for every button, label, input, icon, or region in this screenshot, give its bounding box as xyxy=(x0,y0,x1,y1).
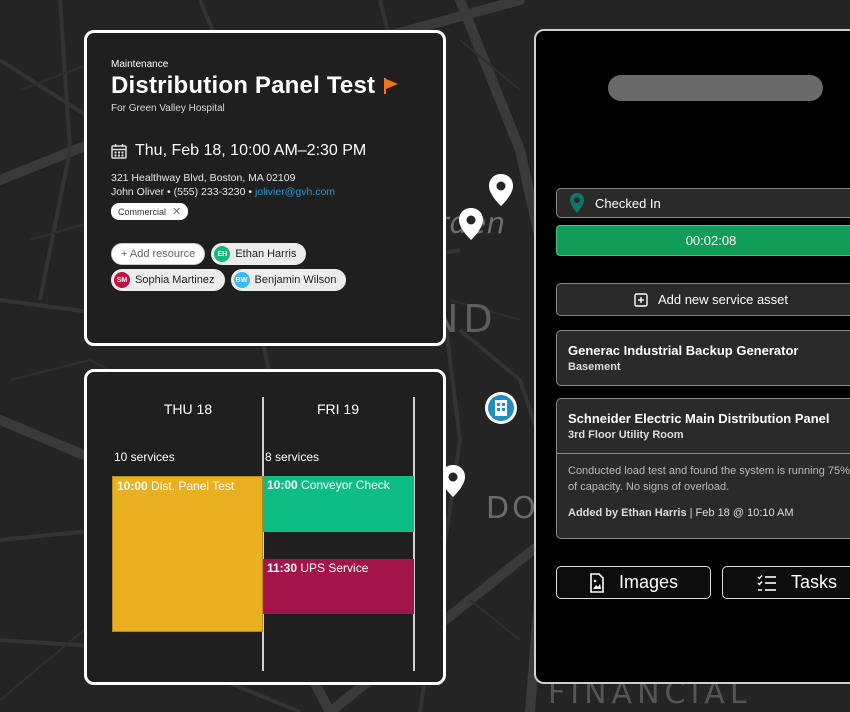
checked-in-status[interactable]: Checked In xyxy=(556,188,850,218)
asset-name: Schneider Electric Main Distribution Pan… xyxy=(568,411,830,426)
drag-handle[interactable] xyxy=(608,75,823,101)
event-time: 11:30 xyxy=(267,561,298,575)
tag-commercial: Commercial ✕ xyxy=(111,203,189,220)
job-datetime: Thu, Feb 18, 10:00 AM–2:30 PM xyxy=(135,142,367,159)
resource-name: Ethan Harris xyxy=(235,248,297,260)
hospital-icon[interactable] xyxy=(484,391,518,425)
plus-square-icon xyxy=(634,292,648,307)
event-time: 10:00 xyxy=(267,478,298,492)
image-file-icon xyxy=(590,572,604,593)
resource-chip[interactable]: EH Ethan Harris xyxy=(211,243,307,265)
event-label: Dist. Panel Test xyxy=(151,479,235,493)
tag-label: Commercial xyxy=(118,206,167,217)
checklist-icon xyxy=(757,574,776,591)
note-meta: | Feb 18 @ 10:10 AM xyxy=(689,507,794,519)
map-pin-icon[interactable] xyxy=(488,173,514,207)
event-conveyor-check[interactable]: 10:00 Conveyor Check xyxy=(263,476,414,532)
flag-icon[interactable] xyxy=(383,77,399,95)
event-ups-service[interactable]: 11:30 UPS Service xyxy=(263,559,414,614)
avatar: SM xyxy=(114,272,130,288)
asset-location: Basement xyxy=(568,361,621,373)
location-pin-icon xyxy=(570,193,584,213)
remove-tag-icon[interactable]: ✕ xyxy=(172,205,181,218)
map-pin-icon[interactable] xyxy=(458,207,484,241)
day-divider xyxy=(413,397,415,671)
asset-location: 3rd Floor Utility Room xyxy=(568,429,684,441)
add-resource-button[interactable]: + Add resource xyxy=(111,243,206,265)
divider xyxy=(557,453,850,454)
tasks-label: Tasks xyxy=(791,572,838,592)
event-time: 10:00 xyxy=(117,479,148,493)
contact-email-link[interactable]: jolivier@gvh.com xyxy=(255,186,335,198)
status-label: Checked In xyxy=(595,195,661,211)
avatar: BW xyxy=(233,272,250,288)
service-count: 10 services xyxy=(114,450,175,464)
event-dist-panel-test[interactable]: 10:00 Dist. Panel Test xyxy=(112,476,263,632)
contact-info: John Oliver • (555) 233-3230 • xyxy=(111,186,253,198)
asset-card[interactable]: Schneider Electric Main Distribution Pan… xyxy=(556,398,850,539)
resource-name: Sophia Martinez xyxy=(135,274,215,286)
event-label: UPS Service xyxy=(300,561,369,575)
asset-note: Conducted load test and found the system… xyxy=(568,465,850,493)
job-address: 321 Healthway Blvd, Boston, MA 02109 xyxy=(111,172,296,184)
event-label: Conveyor Check xyxy=(301,478,390,492)
job-category: Maintenance xyxy=(111,59,169,70)
resource-chip[interactable]: BW Benjamin Wilson xyxy=(230,269,347,291)
job-title: Distribution Panel Test xyxy=(111,72,376,99)
tasks-button[interactable]: Tasks xyxy=(722,566,850,599)
asset-card[interactable]: Generac Industrial Backup Generator Base… xyxy=(556,330,850,386)
note-author: Added by Ethan Harris xyxy=(568,507,687,519)
resource-name: Benjamin Wilson xyxy=(254,274,337,286)
job-details-card: Maintenance Distribution Panel Test For … xyxy=(84,30,446,346)
add-asset-label: Add new service asset xyxy=(657,292,789,307)
day-header-fri[interactable]: FRI 19 xyxy=(262,401,414,417)
resource-chip[interactable]: SM Sophia Martinez xyxy=(111,269,225,291)
add-service-asset-button[interactable]: Add new service asset xyxy=(556,283,850,316)
service-count: 8 services xyxy=(265,450,320,464)
elapsed-timer: 00:02:08 xyxy=(556,225,850,256)
schedule-card: THU 18 FRI 19 10 services 8 services 10:… xyxy=(84,369,446,685)
job-client: For Green Valley Hospital xyxy=(111,103,225,114)
asset-name: Generac Industrial Backup Generator xyxy=(568,343,799,358)
job-side-panel: Checked In 00:02:08 Add new service asse… xyxy=(534,29,850,684)
avatar: EH xyxy=(214,246,231,262)
day-header-thu[interactable]: THU 18 xyxy=(112,401,264,417)
images-button[interactable]: Images xyxy=(556,566,711,599)
images-label: Images xyxy=(618,572,679,592)
map-label-downtown: DO xyxy=(486,491,539,526)
calendar-icon xyxy=(111,144,127,159)
